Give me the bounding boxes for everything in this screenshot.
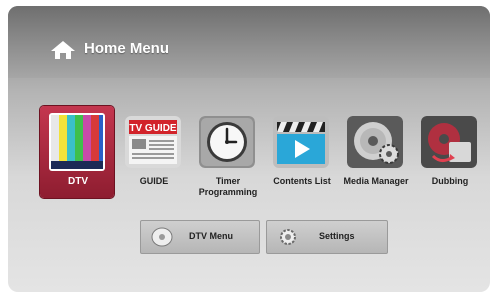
menu-item-label: Timer Programming bbox=[198, 176, 258, 197]
gear-icon bbox=[280, 229, 296, 245]
menu-item-dtv[interactable]: DTV bbox=[40, 106, 114, 198]
clock-icon bbox=[199, 116, 255, 168]
disc-copy-icon bbox=[421, 116, 477, 168]
disc-icon bbox=[151, 227, 173, 247]
menu-item-timer-programming[interactable]: Timer Programming bbox=[190, 108, 266, 204]
menu-item-label: Contents List bbox=[273, 176, 331, 186]
clapperboard-play-icon bbox=[273, 116, 329, 168]
menu-item-dubbing[interactable]: Dubbing bbox=[412, 108, 488, 204]
menu-item-label: GUIDE bbox=[139, 176, 169, 186]
dtv-menu-label: DTV Menu bbox=[189, 231, 233, 241]
menu-item-label: Media Manager bbox=[343, 176, 409, 186]
menu-item-label: DTV bbox=[68, 176, 88, 187]
home-icon bbox=[51, 41, 75, 59]
menu-item-label: Dubbing bbox=[431, 176, 469, 186]
settings-button[interactable]: Settings bbox=[266, 220, 388, 254]
tv-guide-icon: TV GUIDE bbox=[125, 116, 181, 168]
menu-item-media-manager[interactable]: Media Manager bbox=[338, 108, 414, 204]
disc-gear-icon bbox=[347, 116, 403, 168]
menu-item-guide[interactable]: TV GUIDE GUIDE bbox=[116, 108, 192, 204]
settings-label: Settings bbox=[319, 231, 355, 241]
svg-text:TV GUIDE: TV GUIDE bbox=[129, 123, 177, 134]
menu-item-contents-list[interactable]: Contents List bbox=[264, 108, 340, 204]
header-bar: Home Menu bbox=[8, 6, 490, 78]
tv-color-bars-icon bbox=[49, 113, 105, 171]
home-menu-screen: Home Menu DTV TV GUIDE GUIDE Timer Progr… bbox=[8, 6, 490, 292]
page-title: Home Menu bbox=[84, 40, 170, 57]
dtv-menu-button[interactable]: DTV Menu bbox=[140, 220, 260, 254]
